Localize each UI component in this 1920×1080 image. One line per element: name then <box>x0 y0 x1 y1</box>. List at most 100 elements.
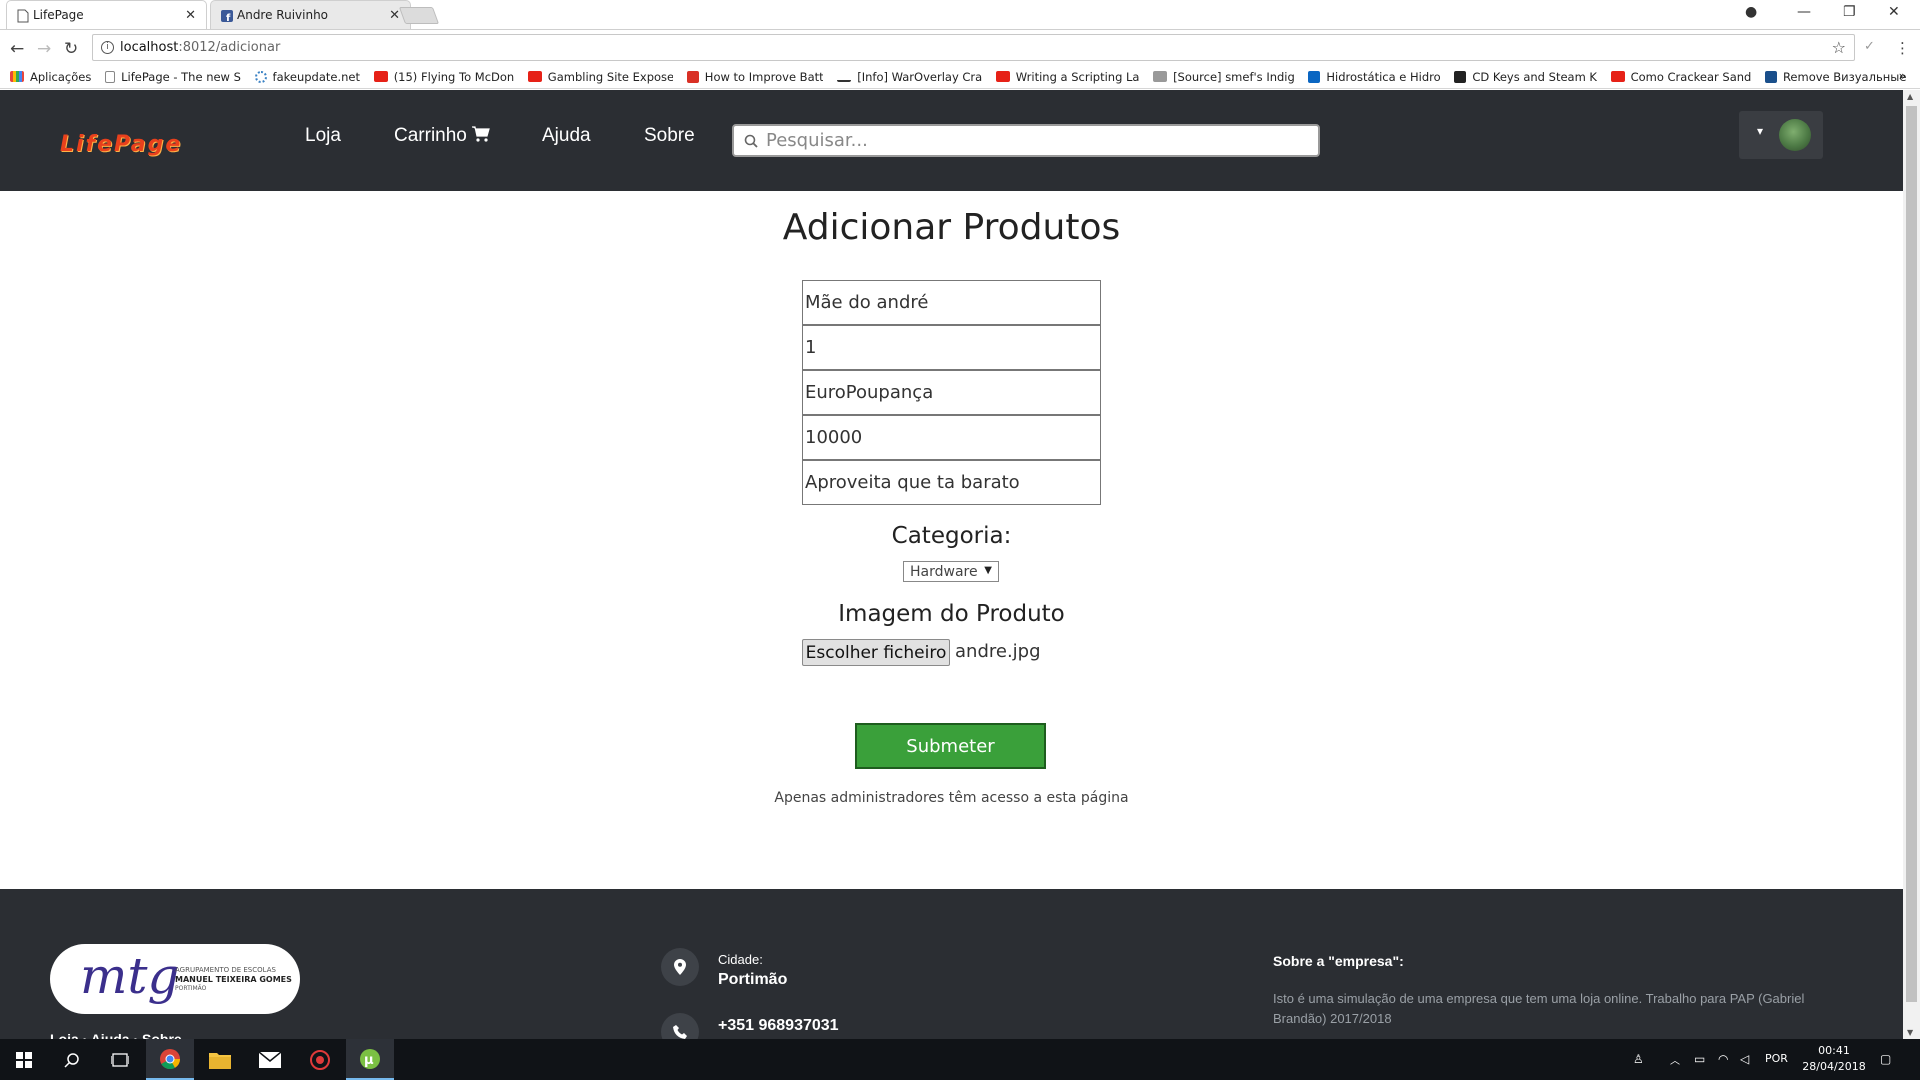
school-logo: mtg AGRUPAMENTO DE ESCOLAS MANUEL TEIXEI… <box>50 944 300 1014</box>
system-clock[interactable]: 00:41 28/04/2018 <box>1800 1043 1868 1075</box>
bookmark-item[interactable]: Remove Визуальные <box>1764 70 1906 84</box>
show-hidden-icons[interactable]: ︿ <box>1670 1052 1680 1067</box>
windows-icon <box>16 1051 32 1068</box>
page-scrollbar[interactable]: ▲ ▼ <box>1903 90 1920 1039</box>
scroll-down-icon[interactable]: ▼ <box>1907 1028 1913 1037</box>
address-bar[interactable]: i localhost:8012/adicionar ☆ <box>92 34 1855 61</box>
search-icon <box>744 134 758 148</box>
browser-tab-strip: LifePage ✕ f Andre Ruivinho ✕ ● — ❐ ✕ <box>0 0 1920 29</box>
bookmark-apps[interactable]: Aplicações <box>10 70 91 84</box>
product-price-field[interactable] <box>802 415 1101 460</box>
nav-sobre[interactable]: Sobre <box>644 125 695 147</box>
scroll-up-icon[interactable]: ▲ <box>1907 92 1913 101</box>
youtube-icon <box>373 71 388 82</box>
mail-button[interactable] <box>246 1039 294 1080</box>
back-icon[interactable]: ← <box>10 39 24 59</box>
page-icon <box>17 9 29 23</box>
volume-icon[interactable]: ◁ <box>1740 1052 1749 1066</box>
logo-line-1: AGRUPAMENTO DE ESCOLAS <box>175 966 276 974</box>
nav-ajuda[interactable]: Ajuda <box>542 125 591 147</box>
close-window-icon[interactable]: ✕ <box>1888 4 1900 20</box>
scrollbar-thumb[interactable] <box>1906 106 1917 1002</box>
search-placeholder: Pesquisar... <box>766 130 868 151</box>
task-view-icon <box>111 1052 129 1067</box>
url-path: :8012/adicionar <box>178 40 281 55</box>
bookmark-item[interactable]: fakeupdate.net <box>254 70 360 84</box>
checkmark-icon[interactable]: ✓ <box>1864 39 1875 54</box>
windows-taskbar: µ ♙ ︿ ▭ ◠ ◁ POR 00:41 28/04/2018 ▢ <box>0 1039 1920 1080</box>
mail-icon <box>259 1051 281 1068</box>
bookmark-item[interactable]: LifePage - The new S <box>105 70 241 84</box>
nav-carrinho[interactable]: Carrinho <box>394 125 490 147</box>
bookmark-item[interactable]: (15) Flying To McDon <box>373 70 514 84</box>
reload-icon[interactable]: ↻ <box>64 39 78 59</box>
bookmark-item[interactable]: [Source] smef's Indig <box>1153 70 1294 84</box>
forum-icon <box>1153 71 1168 82</box>
image-label: Imagem do Produto <box>838 601 1065 627</box>
category-select[interactable]: Hardware ▼ <box>903 561 999 582</box>
bookmark-item[interactable]: CD Keys and Steam K <box>1454 70 1597 84</box>
search-taskbar-button[interactable] <box>48 1039 96 1080</box>
page-icon <box>105 70 116 83</box>
wifi-icon[interactable]: ◠ <box>1718 1052 1728 1066</box>
user-dropdown[interactable]: ▾ <box>1739 111 1823 159</box>
search-input[interactable]: Pesquisar... <box>732 124 1320 157</box>
linkedin-icon <box>1308 70 1321 83</box>
youtube-icon <box>1610 71 1625 82</box>
notifications-icon[interactable]: ▢ <box>1880 1052 1891 1066</box>
logo-line-2: MANUEL TEIXEIRA GOMES <box>175 975 292 984</box>
product-quantity-field[interactable] <box>802 325 1101 370</box>
selected-file-name: andre.jpg <box>955 641 1041 662</box>
bookmark-item[interactable]: Como Crackear Sand <box>1610 70 1751 84</box>
choose-file-button[interactable]: Escolher ficheiro <box>802 639 950 666</box>
battery-icon[interactable]: ▭ <box>1694 1052 1705 1066</box>
account-icon[interactable]: ● <box>1745 4 1757 20</box>
utorrent-button[interactable]: µ <box>346 1039 394 1080</box>
submit-button[interactable]: Submeter <box>855 723 1046 769</box>
red-circle-app-icon <box>310 1049 330 1070</box>
new-tab-button[interactable] <box>398 7 440 24</box>
app-button[interactable] <box>296 1039 344 1080</box>
category-selected-value: Hardware <box>910 563 978 580</box>
shield-icon <box>1764 70 1777 83</box>
tab-andre-ruivinho[interactable]: f Andre Ruivinho ✕ <box>210 0 411 29</box>
site-logo[interactable]: LifePage <box>60 132 182 157</box>
tab-lifepage[interactable]: LifePage ✕ <box>6 0 207 29</box>
site-footer: mtg AGRUPAMENTO DE ESCOLAS MANUEL TEIXEI… <box>0 889 1903 1051</box>
apps-grid-icon <box>10 71 24 82</box>
product-brand-field[interactable] <box>802 370 1101 415</box>
product-name-field[interactable] <box>802 280 1101 325</box>
bookmark-item[interactable]: Writing a Scripting La <box>995 70 1139 84</box>
youtube-icon <box>995 71 1010 82</box>
file-explorer-button[interactable] <box>196 1039 244 1080</box>
clock-time: 00:41 <box>1818 1044 1850 1057</box>
bookmark-item[interactable]: Hidrostática e Hidro <box>1308 70 1440 84</box>
bookmark-item[interactable]: [Info] WarOverlay Cra <box>837 70 982 84</box>
shopping-cart-icon <box>472 126 490 142</box>
close-tab-icon[interactable]: ✕ <box>185 8 196 23</box>
folder-icon <box>209 1052 231 1069</box>
forward-icon[interactable]: → <box>37 39 51 59</box>
bookmark-item[interactable]: Gambling Site Expose <box>527 70 673 84</box>
language-indicator[interactable]: POR <box>1765 1052 1788 1065</box>
bookmark-star-icon[interactable]: ☆ <box>1832 38 1846 57</box>
search-icon <box>64 1052 79 1068</box>
start-button[interactable] <box>0 1039 48 1080</box>
loading-icon <box>254 70 267 83</box>
info-icon[interactable]: i <box>101 41 114 54</box>
m-icon <box>837 71 852 82</box>
tab-title: LifePage <box>33 8 84 22</box>
close-tab-icon[interactable]: ✕ <box>389 8 400 23</box>
bookmark-item[interactable]: How to Improve Batt <box>686 70 823 84</box>
chrome-taskbar-button[interactable] <box>146 1039 194 1080</box>
people-icon[interactable]: ♙ <box>1633 1052 1644 1066</box>
more-bookmarks-icon[interactable]: » <box>1899 69 1906 83</box>
about-title: Sobre a "empresa": <box>1273 953 1404 969</box>
nav-loja[interactable]: Loja <box>305 125 341 147</box>
g-icon <box>686 70 699 83</box>
restore-icon[interactable]: ❐ <box>1843 4 1856 20</box>
task-view-button[interactable] <box>96 1039 144 1080</box>
minimize-icon[interactable]: — <box>1797 4 1811 20</box>
menu-icon[interactable]: ⋮ <box>1895 39 1910 57</box>
product-description-field[interactable] <box>802 460 1101 505</box>
